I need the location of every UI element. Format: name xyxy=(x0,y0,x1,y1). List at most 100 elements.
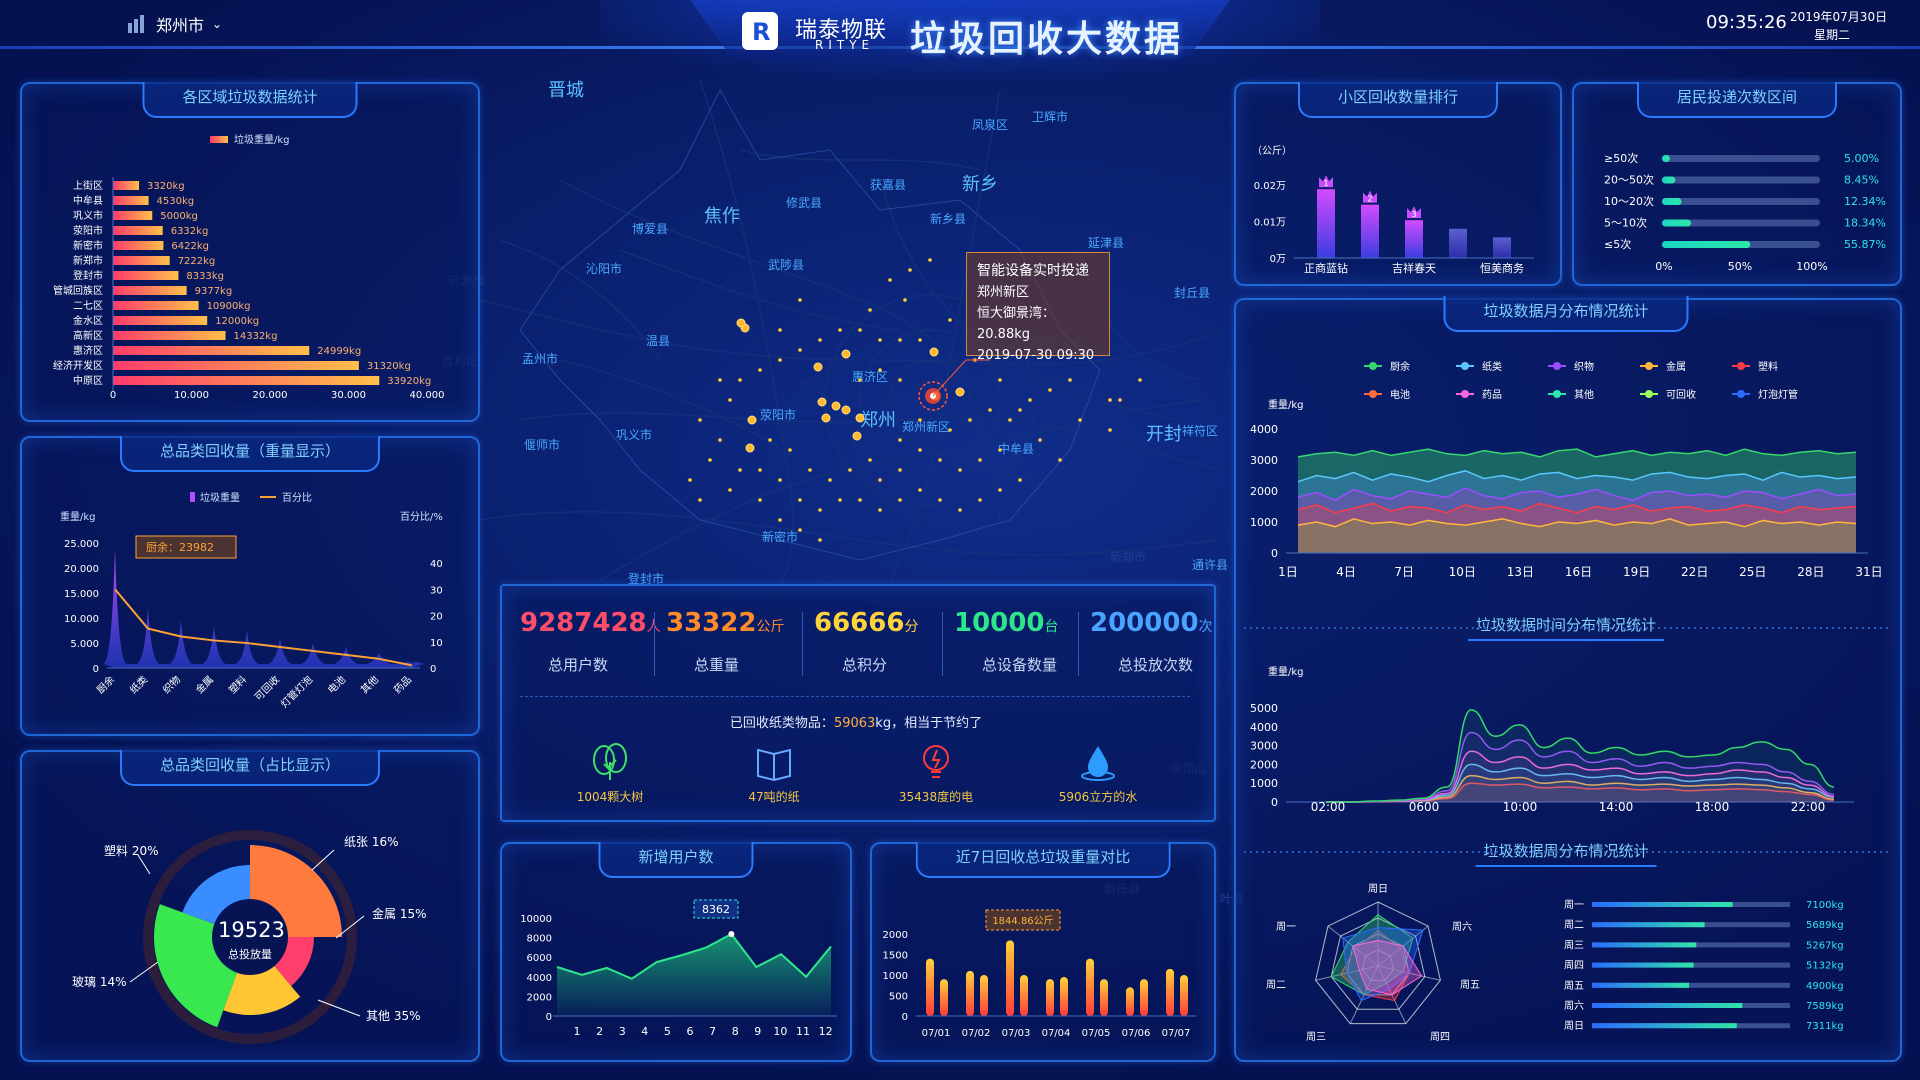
y-tick: 3000 xyxy=(1250,454,1278,467)
y-tick: 2000 xyxy=(527,992,552,1003)
frequency-chart: ≥50次 5.00% 20～50次 8.45% 10～20次 12.34% 5～10次 18.… xyxy=(1604,151,1886,273)
legend-label: 纸类 xyxy=(1482,360,1502,373)
week-bar xyxy=(926,958,934,1016)
district-bar xyxy=(113,346,310,355)
frequency-fill xyxy=(1662,198,1682,205)
y-tick: 2000 xyxy=(883,930,908,941)
x-tick: 31日 xyxy=(1855,565,1882,579)
x-tick: 10 xyxy=(773,1025,787,1038)
x-tick: 塑料 xyxy=(226,673,249,696)
y-tick: 0万 xyxy=(1270,254,1286,265)
frequency-fill xyxy=(1662,155,1670,162)
frequency-fill xyxy=(1662,176,1676,184)
district-label: 管城回族区 xyxy=(53,284,103,297)
map-device-dot xyxy=(738,378,742,382)
x-tick: 7 xyxy=(709,1025,716,1038)
category-ratio-chart: 塑料 20% 纸张 16% 金属 15% 其他 35% 玻璃 14% xyxy=(72,830,427,1044)
new-users-chart: 02000400060008000100001 2 3 4 5 6 7 8 9 10 11 12836… xyxy=(520,899,837,1038)
district-value: 3320kg xyxy=(147,181,185,192)
week-bar xyxy=(1140,979,1148,1016)
map-device-marker xyxy=(813,362,823,372)
tooltip-device-label: 恒大御景湾： xyxy=(977,306,1056,321)
map-device-dot xyxy=(778,328,782,332)
tooltip-device: 恒大御景湾： 20.88kg xyxy=(977,303,1099,345)
district-label: 登封市 xyxy=(73,269,103,282)
map-device-dot xyxy=(1048,388,1052,392)
callout-text: 厨余：23982 xyxy=(146,540,214,554)
y-tick: 2000 xyxy=(1250,485,1278,498)
map-device-dot xyxy=(848,468,852,472)
district-bar xyxy=(113,181,140,190)
district-bar xyxy=(113,271,179,280)
map-device-dot xyxy=(998,378,1002,382)
kpi-separator xyxy=(802,612,803,676)
x-tick: 厨余 xyxy=(94,673,117,696)
map-device-dot xyxy=(998,448,1002,452)
x-tick: 金属 xyxy=(193,673,216,696)
district-bar xyxy=(113,256,170,265)
kpi-points-value: 66666分 xyxy=(814,608,919,638)
frequency-value: 8.45% xyxy=(1844,174,1879,187)
map-device-dot xyxy=(858,328,862,332)
map-device-dot xyxy=(758,468,762,472)
weekday-label: 周六 xyxy=(1564,1000,1584,1012)
weekday-value: 4900kg xyxy=(1806,981,1844,992)
map-device-dot xyxy=(928,258,932,262)
community-bar xyxy=(1361,204,1379,258)
frequency-label: ≥50次 xyxy=(1604,151,1638,165)
map-device-marker xyxy=(736,318,746,328)
frequency-track xyxy=(1662,198,1820,205)
y-tick: 4000 xyxy=(527,973,552,984)
x-tick: 电池 xyxy=(325,673,348,696)
saving-label: 1004颗大树 xyxy=(576,790,644,804)
legend-dot xyxy=(1553,390,1561,398)
x-tick: 10:00 xyxy=(1503,800,1538,814)
district-label: 高新区 xyxy=(73,329,103,342)
radar-label: 周三 xyxy=(1306,1031,1326,1043)
x-tick: 可回收 xyxy=(252,673,282,703)
x-tick: 3 xyxy=(619,1025,626,1038)
kpi-points-label: 总积分 xyxy=(842,656,888,674)
y-tick-left: 20.000 xyxy=(64,564,99,575)
y-tick: 1500 xyxy=(883,951,908,962)
weekday-fill xyxy=(1592,1023,1737,1029)
y-tick: 0 xyxy=(1271,796,1278,809)
district-label: 惠济区 xyxy=(73,344,103,357)
kpi-drops-label: 总投放次数 xyxy=(1118,656,1194,674)
map-device-dot xyxy=(1068,378,1072,382)
weekday-value: 7100kg xyxy=(1806,900,1844,911)
percent-line xyxy=(114,588,413,667)
weekday-fill xyxy=(1592,922,1705,928)
week-bar xyxy=(1100,979,1108,1016)
x-tick: 12 xyxy=(819,1025,833,1038)
legend-label: 其他 xyxy=(1574,388,1594,401)
legend-label: 垃圾重量/kg xyxy=(234,133,290,146)
pie-label: 其他 35% xyxy=(366,1009,421,1023)
weekday-label: 周二 xyxy=(1564,919,1584,931)
x-tick: 2 xyxy=(596,1025,603,1038)
map-device-dot xyxy=(818,338,822,342)
x-tick: 0600 xyxy=(1409,800,1440,814)
district-value: 5000kg xyxy=(160,211,198,222)
unit-label: （公斤） xyxy=(1252,145,1292,157)
map-device-dot xyxy=(838,498,842,502)
y-tick: 1000 xyxy=(1250,777,1278,790)
map-device-dot xyxy=(868,458,872,462)
map-device-dot xyxy=(898,468,902,472)
radar-label: 周一 xyxy=(1276,921,1296,933)
x-tick: 07/06 xyxy=(1122,1028,1151,1039)
y-tick-left: 0 xyxy=(93,664,99,675)
x-tick: 07/02 xyxy=(962,1028,991,1039)
district-label: 中原区 xyxy=(73,374,103,387)
paper-summary: 已回收纸类物品：59063kg，相当于节约了 xyxy=(500,712,1212,731)
map-device-dot xyxy=(828,478,832,482)
map-device-dot xyxy=(1018,478,1022,482)
y-tick-right: 30 xyxy=(430,585,443,596)
district-bar xyxy=(113,196,149,205)
bulb-icon xyxy=(923,745,949,778)
legend-dot xyxy=(1645,390,1653,398)
y-tick: 3000 xyxy=(1250,740,1278,753)
map-device-marker xyxy=(817,397,827,407)
map-device-dot xyxy=(978,458,982,462)
map-device-dot xyxy=(868,308,872,312)
